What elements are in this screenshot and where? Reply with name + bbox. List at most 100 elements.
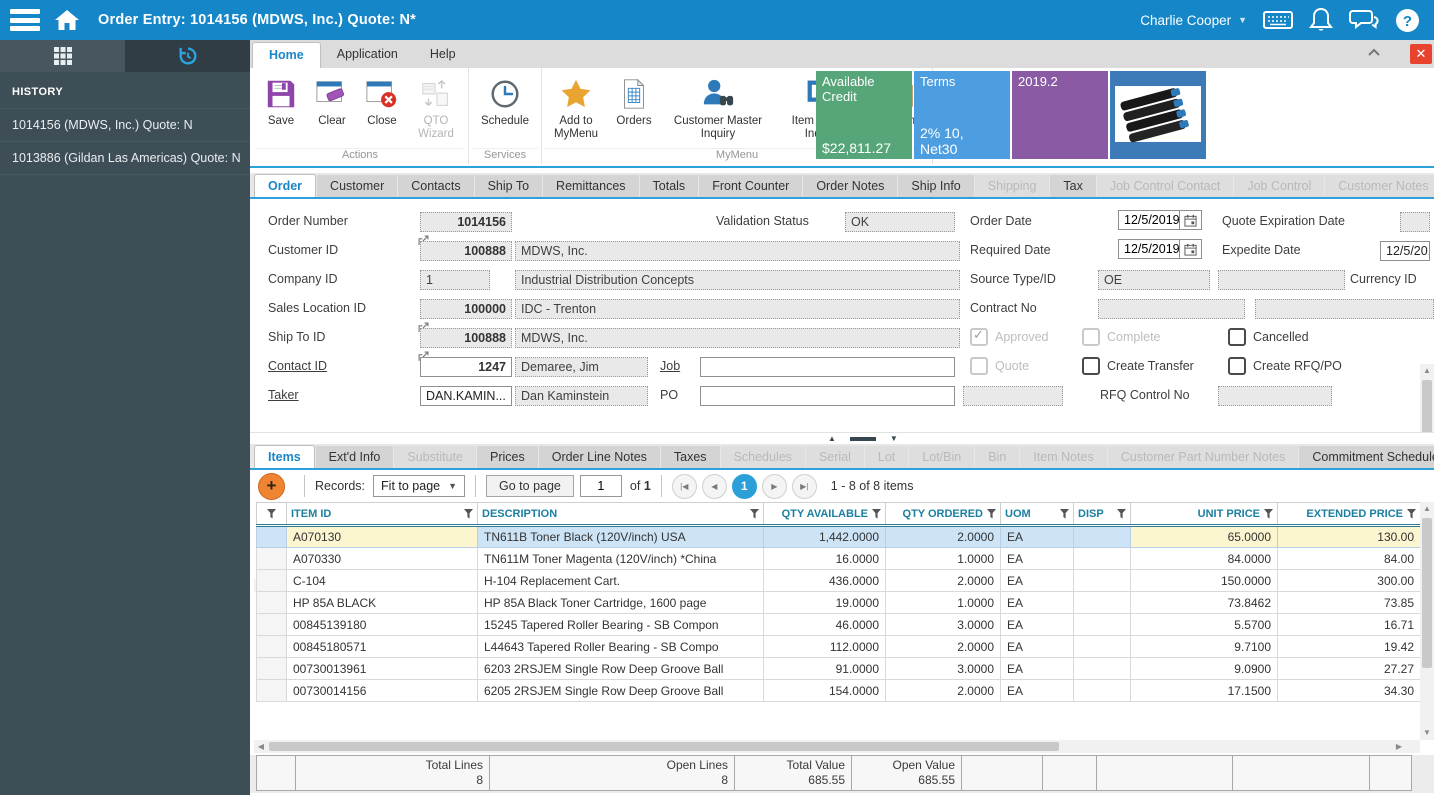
create-rfq-po-checkbox[interactable]: Create RFQ/PO [1228, 357, 1342, 375]
col-header-qty-available[interactable]: QTY AVAILABLE [764, 503, 886, 526]
user-menu[interactable]: Charlie Cooper ▼ [1140, 13, 1247, 28]
chat-icon[interactable] [1349, 8, 1379, 32]
row-selector[interactable] [257, 614, 287, 636]
tab-customer[interactable]: Customer [317, 175, 397, 197]
row-selector[interactable] [257, 636, 287, 658]
scroll-up-icon[interactable]: ▲ [1420, 364, 1434, 378]
filter-icon[interactable] [464, 509, 473, 519]
table-row[interactable]: 007300141566205 2RSJEM Single Row Deep G… [257, 680, 1421, 702]
tab-remittances[interactable]: Remittances [543, 175, 638, 197]
ribbon-tab-home[interactable]: Home [252, 42, 321, 68]
splitter-handle-icon[interactable]: ▲▼ [828, 434, 898, 443]
sidebar-tab-apps-grid-icon[interactable] [0, 40, 125, 72]
cancelled-checkbox[interactable]: Cancelled [1228, 328, 1309, 346]
table-row[interactable]: C-104H-104 Replacement Cart.436.00002.00… [257, 570, 1421, 592]
scroll-left-icon[interactable]: ◀ [254, 740, 268, 754]
items-tab-taxes[interactable]: Taxes [661, 446, 720, 468]
items-tab-prices[interactable]: Prices [477, 446, 538, 468]
go-to-page-button[interactable]: Go to page [486, 475, 574, 497]
tile-version[interactable]: 2019.2 [1012, 71, 1108, 159]
filter-icon[interactable] [750, 509, 759, 519]
tile-available-credit[interactable]: Available Credit$22,811.27 [816, 71, 912, 159]
link-out-icon[interactable] [418, 320, 429, 331]
job-field[interactable] [700, 357, 955, 377]
calendar-icon[interactable] [1180, 210, 1202, 230]
ribbon-tab-application[interactable]: Application [321, 42, 414, 68]
notifications-icon[interactable] [1309, 7, 1333, 33]
orders-button[interactable]: Orders [607, 73, 661, 130]
tab-ship-to[interactable]: Ship To [475, 175, 542, 197]
po-field[interactable] [700, 386, 955, 406]
col-header-unit-price[interactable]: UNIT PRICE [1131, 503, 1278, 526]
table-row[interactable]: A070130TN611B Toner Black (120V/inch) US… [257, 526, 1421, 548]
items-tab-order-line-notes[interactable]: Order Line Notes [539, 446, 660, 468]
table-row[interactable]: 007300139616203 2RSJEM Single Row Deep G… [257, 658, 1421, 680]
close-window-button[interactable]: ✕ [1410, 44, 1432, 64]
col-header-uom[interactable]: UOM [1001, 503, 1074, 526]
help-icon[interactable]: ? [1395, 8, 1420, 33]
checkbox-icon[interactable] [1228, 357, 1246, 375]
tab-ship-info[interactable]: Ship Info [898, 175, 973, 197]
save-button[interactable]: Save [255, 73, 307, 130]
items-tab-commitment-schedule[interactable]: Commitment Schedule [1299, 446, 1434, 468]
grid-horizontal-scrollbar[interactable]: ◀ ▶ [254, 740, 1420, 753]
filter-icon[interactable] [872, 509, 881, 519]
home-icon[interactable] [54, 8, 80, 32]
col-header-description[interactable]: DESCRIPTION [478, 503, 764, 526]
ribbon-tab-help[interactable]: Help [414, 42, 472, 68]
taker-label[interactable]: Taker [268, 388, 299, 402]
history-item[interactable]: 1014156 (MDWS, Inc.) Quote: N [0, 108, 250, 141]
tile-product-image[interactable] [1110, 71, 1206, 159]
filter-icon[interactable] [987, 509, 996, 519]
required-date-field[interactable]: 12/5/2019 [1118, 239, 1202, 259]
grid-vertical-scrollbar[interactable]: ▲ ▼ [1420, 502, 1434, 740]
col-header-disp[interactable]: DISP [1074, 503, 1131, 526]
collapse-ribbon-icon[interactable] [1366, 46, 1382, 65]
filter-icon[interactable] [1264, 509, 1273, 519]
tab-totals[interactable]: Totals [640, 175, 699, 197]
filter-icon[interactable] [1407, 509, 1416, 519]
scroll-down-icon[interactable]: ▼ [1420, 726, 1434, 740]
job-label[interactable]: Job [660, 359, 680, 373]
records-per-page-select[interactable]: Fit to page ▼ [373, 475, 465, 497]
tile-terms[interactable]: Terms2% 10, Net30 [914, 71, 1010, 159]
checkbox-icon[interactable] [1082, 357, 1100, 375]
tab-order-notes[interactable]: Order Notes [803, 175, 897, 197]
sidebar-tab-history-icon[interactable] [125, 40, 250, 72]
clear-button[interactable]: Clear [307, 73, 357, 130]
tab-tax[interactable]: Tax [1050, 175, 1095, 197]
scroll-up-icon[interactable]: ▲ [1420, 502, 1434, 516]
tab-contacts[interactable]: Contacts [398, 175, 473, 197]
pager-prev-icon[interactable]: ◀ [702, 474, 727, 499]
items-tab-items[interactable]: Items [254, 445, 315, 468]
col-header-item-id[interactable]: ITEM ID [287, 503, 478, 526]
row-selector[interactable] [257, 592, 287, 614]
scroll-right-icon[interactable]: ▶ [1392, 740, 1406, 754]
pager-first-icon[interactable]: |◀ [672, 474, 697, 499]
filter-icon[interactable] [267, 509, 276, 519]
pager-next-icon[interactable]: ▶ [762, 474, 787, 499]
table-row[interactable]: A070330TN611M Toner Magenta (120V/inch) … [257, 548, 1421, 570]
add-line-button[interactable]: + [258, 473, 285, 500]
link-out-icon[interactable] [418, 349, 429, 360]
order-date-field[interactable]: 12/5/2019 [1118, 210, 1202, 230]
schedule-button[interactable]: Schedule [472, 73, 538, 130]
table-row[interactable]: HP 85A BLACKHP 85A Black Toner Cartridge… [257, 592, 1421, 614]
filter-icon[interactable] [1060, 509, 1069, 519]
row-selector[interactable] [257, 526, 287, 548]
row-selector[interactable] [257, 548, 287, 570]
expedite-date-field[interactable]: 12/5/2019 [1380, 241, 1430, 261]
pager-last-icon[interactable]: ▶| [792, 474, 817, 499]
filter-icon[interactable] [1117, 509, 1126, 519]
keyboard-icon[interactable] [1263, 10, 1293, 30]
close-button[interactable]: Close [357, 73, 407, 130]
contact-id-field[interactable]: 1247 [420, 357, 512, 377]
taker-field[interactable]: DAN.KAMIN... [420, 386, 512, 406]
col-header-extended-price[interactable]: EXTENDED PRICE [1278, 503, 1421, 526]
link-out-icon[interactable] [418, 233, 429, 244]
table-row[interactable]: 0084513918015245 Tapered Roller Bearing … [257, 614, 1421, 636]
customer-master-inquiry-button[interactable]: Customer Master Inquiry [661, 73, 775, 143]
row-selector[interactable] [257, 570, 287, 592]
col-header-qty-ordered[interactable]: QTY ORDERED [886, 503, 1001, 526]
create-transfer-checkbox[interactable]: Create Transfer [1082, 357, 1194, 375]
